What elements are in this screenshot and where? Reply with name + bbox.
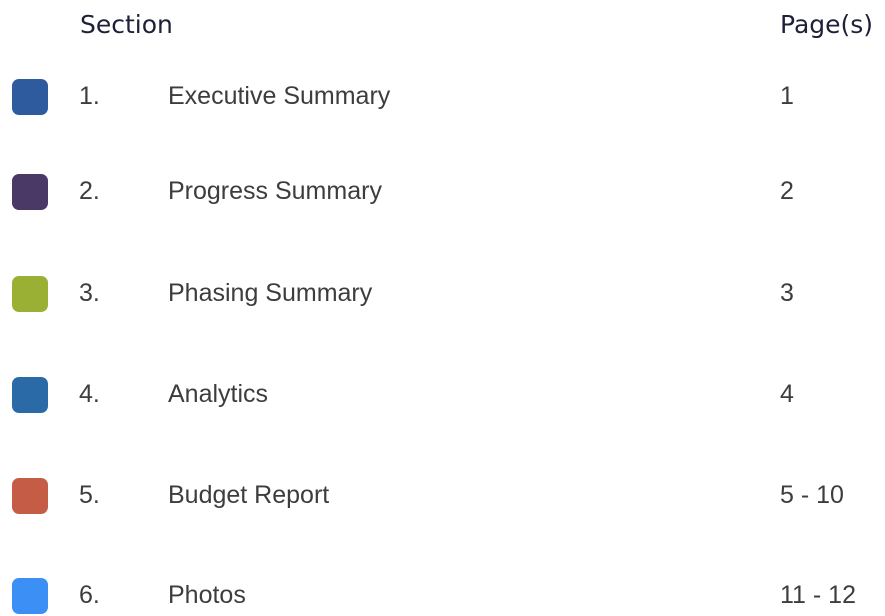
- toc-row-budget-report: 5. Budget Report 5 - 10: [0, 476, 885, 516]
- section-color-swatch: [12, 377, 48, 413]
- toc-row-executive-summary: 1. Executive Summary 1: [0, 77, 885, 117]
- section-number: 2.: [79, 177, 100, 205]
- table-header: Section Page(s): [0, 10, 885, 46]
- section-number: 5.: [79, 481, 100, 509]
- section-color-swatch: [12, 174, 48, 210]
- section-color-swatch: [12, 79, 48, 115]
- section-pages: 1: [780, 82, 794, 110]
- section-title: Progress Summary: [168, 177, 382, 205]
- section-pages: 5 - 10: [780, 481, 844, 509]
- section-number: 4.: [79, 380, 100, 408]
- section-color-swatch: [12, 478, 48, 514]
- section-column-header: Section: [80, 10, 173, 39]
- section-pages: 11 - 12: [780, 581, 856, 609]
- section-title: Phasing Summary: [168, 279, 373, 307]
- section-number: 6.: [79, 581, 100, 609]
- section-number: 3.: [79, 279, 100, 307]
- section-title: Executive Summary: [168, 82, 391, 110]
- section-title: Analytics: [168, 380, 269, 408]
- section-color-swatch: [12, 578, 48, 614]
- section-number: 1.: [79, 82, 100, 110]
- section-title: Budget Report: [168, 481, 330, 509]
- toc-row-phasing-summary: 3. Phasing Summary 3: [0, 274, 885, 314]
- toc-row-analytics: 4. Analytics 4: [0, 375, 885, 415]
- section-pages: 3: [780, 279, 794, 307]
- section-pages: 4: [780, 380, 794, 408]
- pages-column-header: Page(s): [780, 10, 874, 39]
- section-title: Photos: [168, 581, 246, 609]
- section-color-swatch: [12, 276, 48, 312]
- section-pages: 2: [780, 177, 794, 205]
- toc-row-photos: 6. Photos 11 - 12: [0, 576, 885, 616]
- toc-row-progress-summary: 2. Progress Summary 2: [0, 172, 885, 212]
